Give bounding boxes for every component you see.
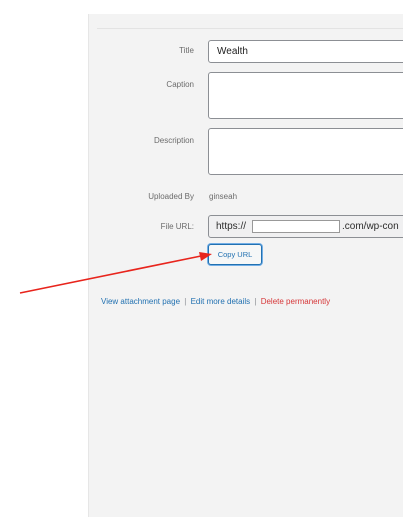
annotation-arrow-icon bbox=[19, 252, 212, 294]
attachment-details-screen: Title Wealth Caption Description Uploade… bbox=[0, 0, 403, 517]
